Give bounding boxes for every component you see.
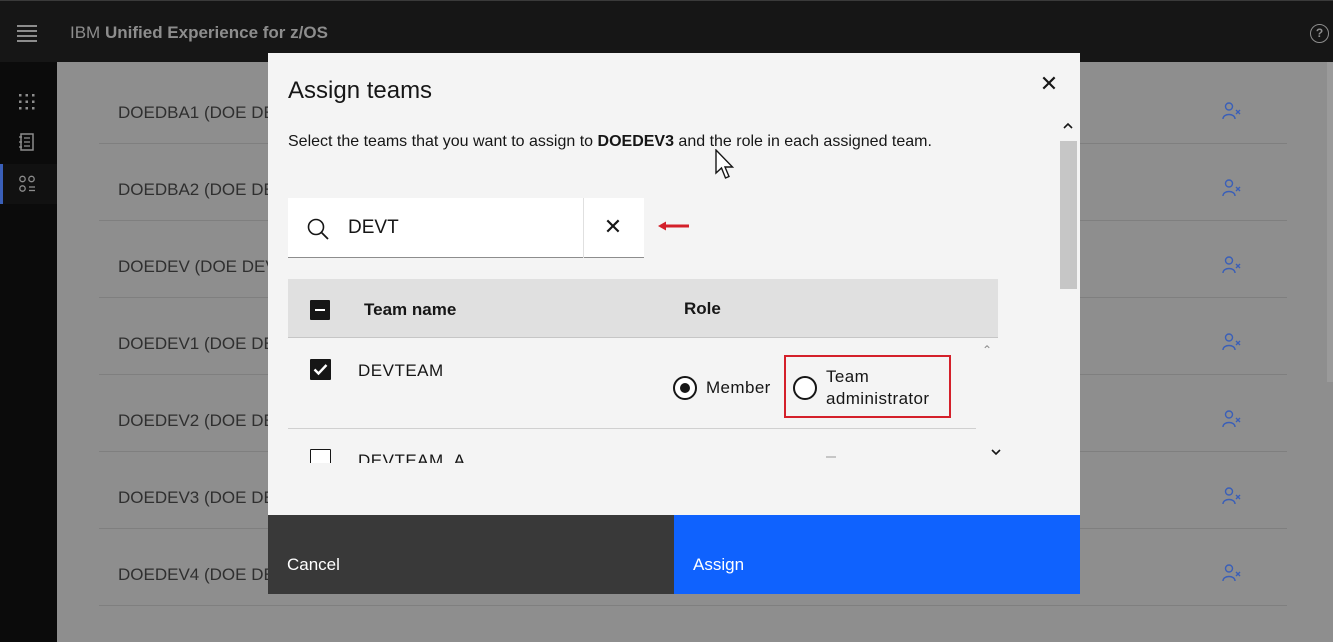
product-name: Unified Experience for z/OS	[104, 23, 328, 42]
user-groups-icon	[19, 175, 35, 192]
row-checkbox[interactable]	[310, 449, 331, 463]
cancel-button[interactable]: Cancel	[268, 515, 674, 594]
search-divider	[583, 198, 584, 258]
modal-scrollbar[interactable]	[1058, 119, 1078, 516]
close-icon[interactable]: ✕	[1037, 72, 1061, 96]
hamburger-menu-icon[interactable]	[17, 25, 37, 42]
scrollbar-thumb[interactable]	[1060, 141, 1077, 289]
clear-icon[interactable]: ✕	[602, 216, 624, 238]
chevron-up-icon[interactable]	[1062, 121, 1074, 131]
table-header: Team name Role	[288, 279, 998, 338]
role-placeholder	[826, 456, 836, 458]
rail-item-apps[interactable]	[0, 82, 57, 122]
team-name: DEVTEAM	[358, 361, 444, 380]
role-member-radio[interactable]	[673, 376, 697, 400]
search-icon	[307, 218, 329, 240]
user-remove-icon[interactable]	[1222, 178, 1242, 198]
target-user: DOEDEV3	[597, 133, 674, 150]
user-remove-icon[interactable]	[1222, 332, 1242, 352]
user-remove-icon[interactable]	[1222, 409, 1242, 429]
team-name: DEVTEAM_A	[358, 451, 466, 463]
select-all-checkbox[interactable]	[310, 300, 330, 320]
chevron-down-icon[interactable]	[990, 447, 1002, 457]
rail-item-notebook[interactable]	[0, 122, 57, 162]
role-member-label: Member	[706, 378, 771, 397]
annotation-highlight-box	[784, 355, 951, 418]
annotation-arrow-icon	[658, 221, 689, 231]
description-text: Select the teams that you want to assign…	[288, 133, 598, 150]
page-scrollbar[interactable]	[1327, 62, 1333, 382]
modal-title: Assign teams	[288, 77, 433, 104]
app-title: IBM Unified Experience for z/OS	[70, 23, 328, 43]
help-icon[interactable]: ?	[1310, 24, 1329, 43]
list-item-label: DOEDEV4 (DOE DE	[118, 565, 275, 584]
list-item-label: DOEDEV2 (DOE DE	[118, 411, 275, 430]
rail-item-user-groups[interactable]	[0, 164, 57, 204]
modal-description: Select the teams that you want to assign…	[288, 129, 988, 154]
column-header-role: Role	[684, 299, 721, 318]
assign-button[interactable]: Assign	[674, 515, 1080, 594]
user-remove-icon[interactable]	[1222, 101, 1242, 121]
table-scrollbar[interactable]: ⌃	[978, 339, 998, 463]
list-item-label: DOEDEV1 (DOE DE	[118, 334, 275, 353]
row-checkbox[interactable]	[310, 359, 331, 380]
notebook-icon	[19, 133, 34, 151]
list-item-label: DOEDEV3 (DOE DE	[118, 488, 275, 507]
list-item-label: DOEDBA1 (DOE DE	[118, 103, 275, 122]
brand-label: IBM	[70, 23, 101, 42]
apps-grid-icon	[19, 94, 35, 110]
chevron-up-icon[interactable]: ⌃	[982, 343, 992, 357]
list-item-label: DOEDEV (DOE DEV	[118, 257, 277, 276]
table-row: DEVTEAM_A	[288, 429, 976, 463]
left-rail	[0, 62, 57, 642]
list-item-label: DOEDBA2 (DOE DE	[118, 180, 275, 199]
team-search: ✕	[288, 198, 644, 258]
checkmark-icon	[313, 364, 328, 376]
modal-footer: Cancel Assign	[268, 515, 1080, 594]
search-input[interactable]	[348, 214, 568, 242]
column-header-team-name: Team name	[364, 300, 457, 319]
mouse-pointer-icon	[715, 149, 735, 179]
description-text: and the role in each assigned team.	[673, 133, 932, 150]
user-remove-icon[interactable]	[1222, 486, 1242, 506]
assign-teams-modal: Assign teams ✕ Select the teams that you…	[268, 53, 1080, 594]
user-remove-icon[interactable]	[1222, 255, 1242, 275]
user-remove-icon[interactable]	[1222, 563, 1242, 583]
